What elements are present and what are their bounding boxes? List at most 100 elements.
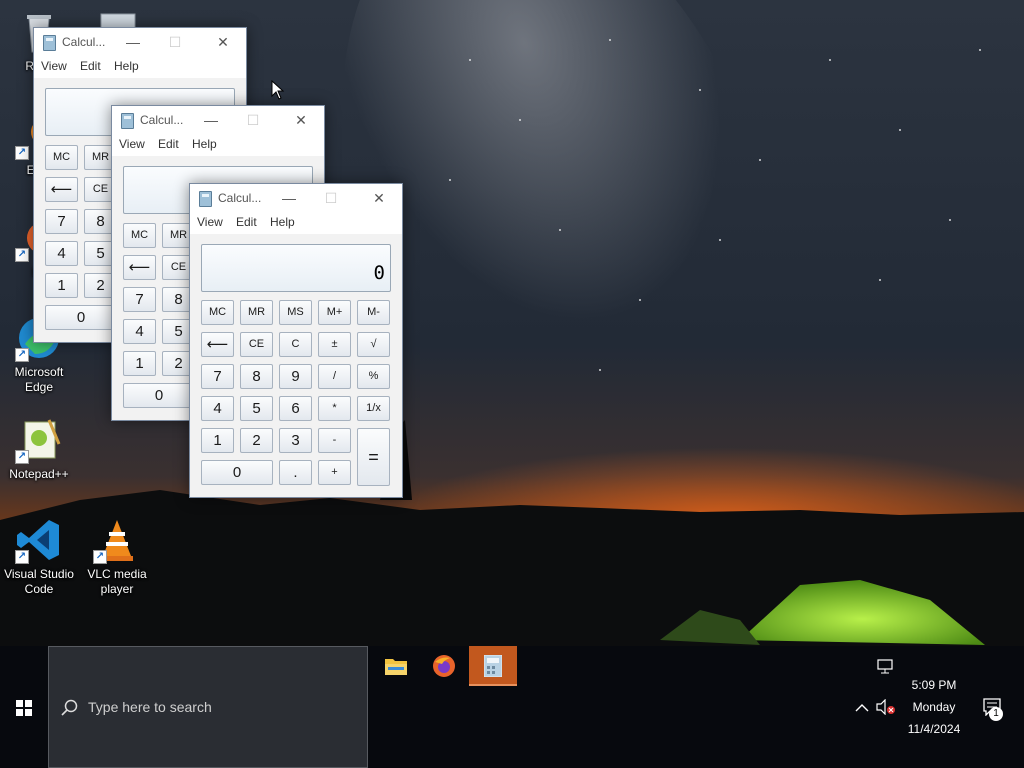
key-1[interactable]: 1 [45,273,78,298]
desktop-icon-vlc[interactable]: ↗ VLC media player [78,516,156,597]
desktop-icon-label: Microsoft Edge [14,365,64,394]
shortcut-arrow-icon: ↗ [15,348,29,362]
title-bar[interactable]: Calcul... — ☐ ✕ [112,106,324,134]
menu-help[interactable]: Help [270,215,295,229]
key-7[interactable]: 7 [201,364,234,389]
key-backspace[interactable]: ⟵ [45,177,78,202]
menu-edit[interactable]: Edit [80,59,101,73]
notification-center-button[interactable]: 1 [978,694,1008,724]
chevron-up-icon[interactable] [855,702,869,712]
key-mc[interactable]: MC [201,300,234,325]
menu-edit[interactable]: Edit [158,137,179,151]
maximize-button: ☐ [168,34,182,50]
key-1[interactable]: 1 [201,428,234,453]
key-multiply[interactable]: * [318,396,351,421]
notepadpp-icon: ↗ [15,416,63,464]
windows-logo-icon [16,700,32,716]
key-c[interactable]: C [279,332,312,357]
clock-time[interactable]: 5:09 PM [889,678,979,692]
taskbar-file-explorer[interactable] [371,646,419,686]
key-decimal[interactable]: . [279,460,312,485]
key-plus-minus[interactable]: ± [318,332,351,357]
key-mc[interactable]: MC [123,223,156,248]
key-3[interactable]: 3 [279,428,312,453]
taskbar-calculator[interactable] [469,646,517,686]
key-5[interactable]: 5 [240,396,273,421]
calculator-app-icon [121,113,134,129]
minimize-button[interactable]: — [118,30,148,54]
search-icon [61,699,78,716]
key-9[interactable]: 9 [279,364,312,389]
shortcut-arrow-icon: ↗ [93,550,107,564]
network-icon[interactable] [877,659,895,675]
shortcut-arrow-icon: ↗ [15,146,29,160]
desktop-icon-notepadpp[interactable]: ↗ Notepad++ [0,416,78,482]
key-ms[interactable]: MS [279,300,312,325]
calculator-app-icon [199,191,212,207]
key-ce[interactable]: CE [240,332,273,357]
key-percent[interactable]: % [357,364,390,389]
key-4[interactable]: 4 [45,241,78,266]
key-mr[interactable]: MR [240,300,273,325]
menu-help[interactable]: Help [114,59,139,73]
start-button[interactable] [0,646,48,768]
maximize-button: ☐ [246,112,260,128]
vscode-icon: ↗ [15,516,63,564]
key-0[interactable]: 0 [201,460,273,485]
key-m-minus[interactable]: M- [357,300,390,325]
key-0[interactable]: 0 [123,383,195,408]
key-7[interactable]: 7 [45,209,78,234]
maximize-button: ☐ [324,190,338,206]
menu-bar: View Edit Help [112,134,324,156]
desktop-icon-vscode[interactable]: ↗ Visual Studio Code [0,516,78,597]
taskbar-search-box[interactable]: Type here to search [48,646,368,768]
desktop-icon-label: VLC media player [87,567,147,596]
close-button[interactable]: ✕ [364,186,394,210]
key-8[interactable]: 8 [240,364,273,389]
key-add[interactable]: + [318,460,351,485]
key-4[interactable]: 4 [123,319,156,344]
key-4[interactable]: 4 [201,396,234,421]
key-7[interactable]: 7 [123,287,156,312]
close-button[interactable]: ✕ [286,108,316,132]
menu-bar: View Edit Help [34,56,246,78]
key-sqrt[interactable]: √ [357,332,390,357]
key-backspace[interactable]: ⟵ [123,255,156,280]
notification-badge: 1 [989,707,1003,721]
calculator-window-3[interactable]: Calcul... — ☐ ✕ View Edit Help 0 MC MR M… [189,183,403,498]
window-title: Calcul... [140,113,184,127]
clock-day[interactable]: Monday [889,700,979,714]
key-1[interactable]: 1 [123,351,156,376]
key-subtract[interactable]: - [318,428,351,453]
folder-icon [385,659,407,675]
mouse-cursor-icon [271,80,285,100]
title-bar[interactable]: Calcul... — ☐ ✕ [190,184,402,212]
close-button[interactable]: ✕ [208,30,238,54]
minimize-button[interactable]: — [196,108,226,132]
key-2[interactable]: 2 [240,428,273,453]
window-title: Calcul... [62,35,106,49]
menu-view[interactable]: View [197,215,223,229]
key-reciprocal[interactable]: 1/x [357,396,390,421]
key-m-plus[interactable]: M+ [318,300,351,325]
minimize-button[interactable]: — [274,186,304,210]
menu-edit[interactable]: Edit [236,215,257,229]
key-equals[interactable]: = [357,428,390,486]
menu-bar: View Edit Help [190,212,402,234]
menu-view[interactable]: View [119,137,145,151]
menu-help[interactable]: Help [192,137,217,151]
speaker-muted-icon[interactable] [876,699,896,715]
desktop-icon-label: Notepad++ [9,467,69,481]
key-0[interactable]: 0 [45,305,117,330]
window-title: Calcul... [218,191,262,205]
taskbar-firefox[interactable] [420,646,468,686]
clock-date[interactable]: 11/4/2024 [889,722,979,736]
display-value: 0 [373,262,385,284]
title-bar[interactable]: Calcul... — ☐ ✕ [34,28,246,56]
key-divide[interactable]: / [318,364,351,389]
key-6[interactable]: 6 [279,396,312,421]
key-mc[interactable]: MC [45,145,78,170]
shortcut-arrow-icon: ↗ [15,550,29,564]
menu-view[interactable]: View [41,59,67,73]
key-backspace[interactable]: ⟵ [201,332,234,357]
